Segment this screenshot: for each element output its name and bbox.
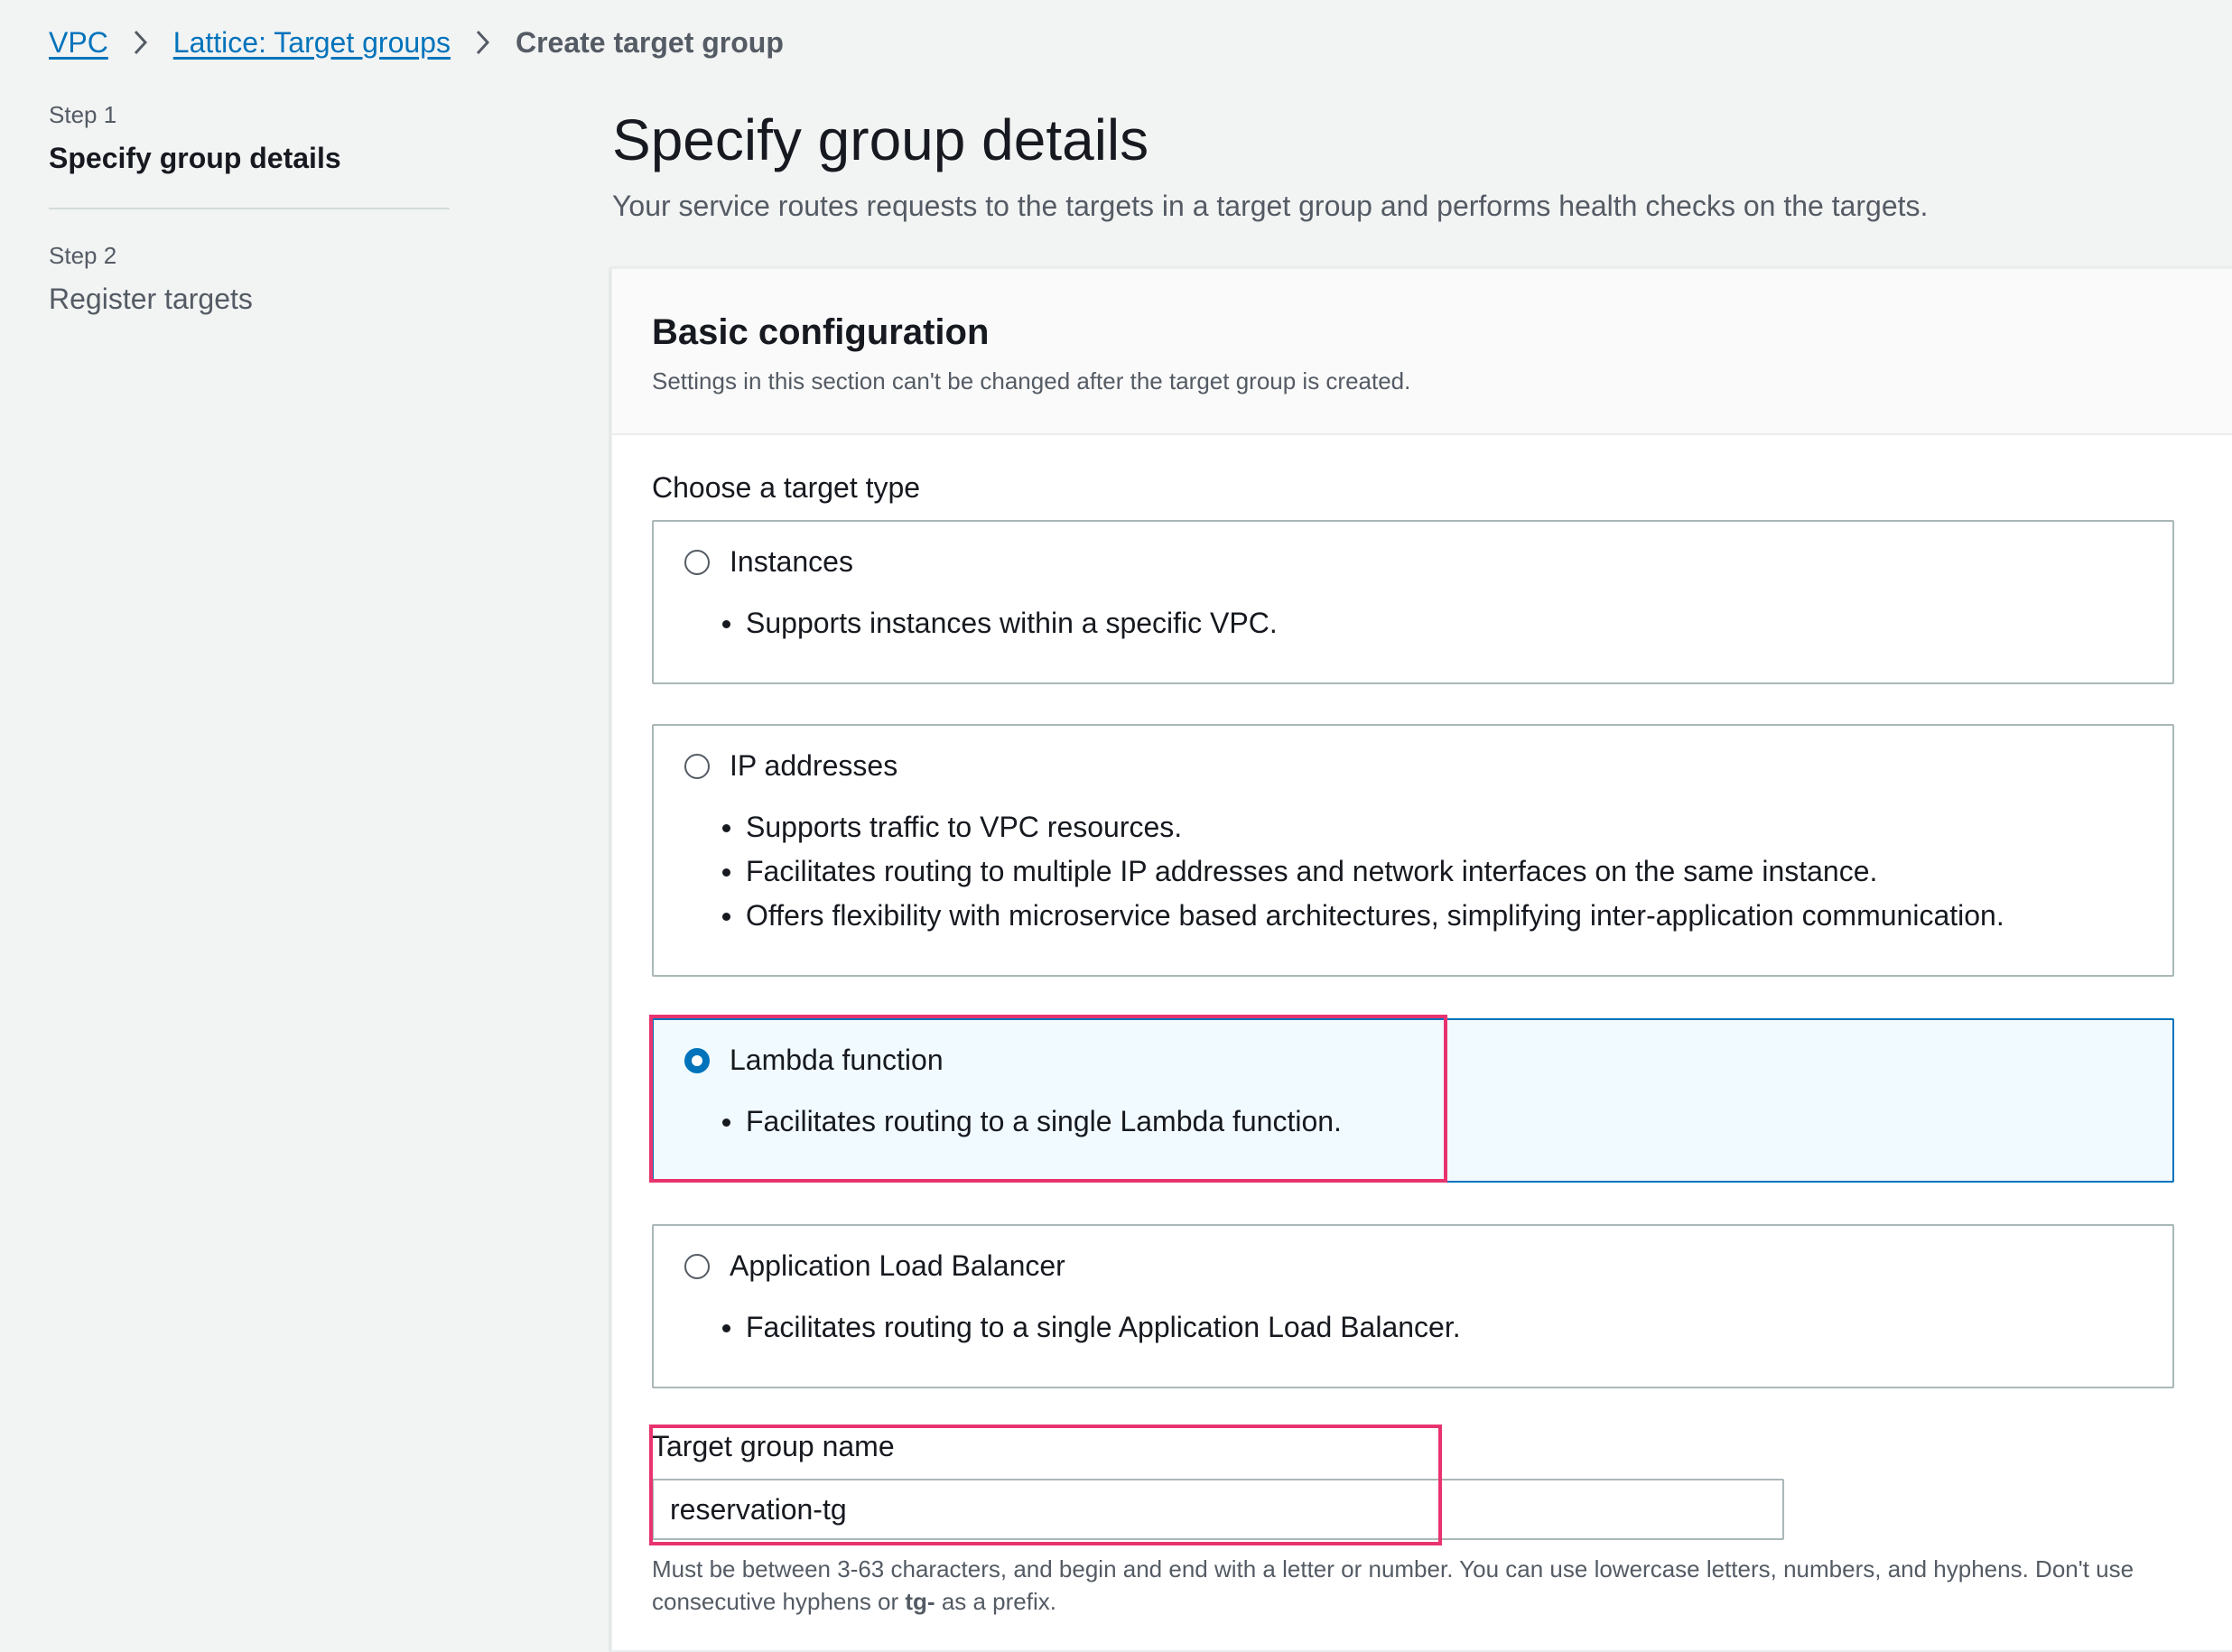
breadcrumb-link-vpc[interactable]: VPC [49,26,108,60]
radio-button-application-load-balancer[interactable] [684,1253,710,1279]
option-header: Instances [684,545,853,579]
wizard-steps-nav: Step 1 Specify group details Step 2 Regi… [49,101,450,316]
target-type-option-application-load-balancer[interactable]: Application Load Balancer Facilitates ro… [652,1224,2174,1388]
target-type-option-lambda-function[interactable]: Lambda function Facilitates routing to a… [652,1018,2174,1183]
step-2: Step 2 Register targets [49,242,450,316]
radio-button-lambda-function[interactable] [684,1047,710,1073]
option-header: IP addresses [684,749,897,783]
target-group-name-hint: Must be between 3-63 characters, and beg… [652,1553,2187,1618]
option-header: Lambda function [684,1044,944,1077]
page-description: Your service routes requests to the targ… [612,190,1929,222]
option-bullets: Supports instances within a specific VPC… [722,601,1278,645]
option-label: Instances [730,545,853,578]
option-label: Lambda function [730,1044,944,1076]
option-label: IP addresses [730,749,898,782]
panel-title: Basic configuration [652,312,990,352]
target-type-option-ip-addresses[interactable]: IP addresses Supports traffic to VPC res… [652,724,2174,977]
option-bullet: Facilitates routing to a single Applicat… [722,1305,1461,1350]
radio-button-ip-addresses[interactable] [684,753,710,779]
target-type-label: Choose a target type [652,471,921,504]
option-label: Application Load Balancer [730,1249,1065,1282]
panel-header: Basic configuration Settings in this sec… [612,269,2232,435]
option-bullet: Facilitates routing to multiple IP addre… [722,849,2004,894]
basic-configuration-panel: Basic configuration Settings in this sec… [610,267,2232,1652]
step-divider [49,208,450,209]
breadcrumb-link-target-groups[interactable]: Lattice: Target groups [173,26,451,60]
option-bullets: Facilitates routing to a single Applicat… [722,1305,1461,1350]
panel-subtitle: Settings in this section can't be change… [652,367,1411,394]
step-number: Step 1 [49,101,117,128]
option-bullet: Supports instances within a specific VPC… [722,601,1278,645]
option-bullet: Supports traffic to VPC resources. [722,805,2004,849]
page-title: Specify group details [612,107,1149,172]
step-title: Register targets [49,283,253,315]
option-bullet: Facilitates routing to a single Lambda f… [722,1100,1342,1144]
hint-text: Must be between 3-63 characters, and beg… [652,1555,2134,1615]
hint-text-end: as a prefix. [935,1588,1056,1615]
hint-prefix-bold: tg- [905,1588,935,1615]
option-bullets: Supports traffic to VPC resources. Facil… [722,805,2004,938]
breadcrumb-current: Create target group [515,25,784,59]
option-bullets: Facilitates routing to a single Lambda f… [722,1100,1342,1144]
target-type-option-instances[interactable]: Instances Supports instances within a sp… [652,520,2174,684]
step-1: Step 1 Specify group details [49,101,450,175]
radio-button-instances[interactable] [684,549,710,575]
target-group-name-label: Target group name [652,1430,895,1462]
chevron-right-icon [108,29,173,56]
step-number: Step 2 [49,242,117,269]
option-bullet: Offers flexibility with microservice bas… [722,894,2004,938]
option-header: Application Load Balancer [684,1249,1065,1283]
chevron-right-icon [451,29,516,56]
step-title-active: Specify group details [49,142,341,174]
breadcrumb: VPC Lattice: Target groups Create target… [49,20,784,65]
target-group-name-input[interactable] [652,1479,1784,1540]
